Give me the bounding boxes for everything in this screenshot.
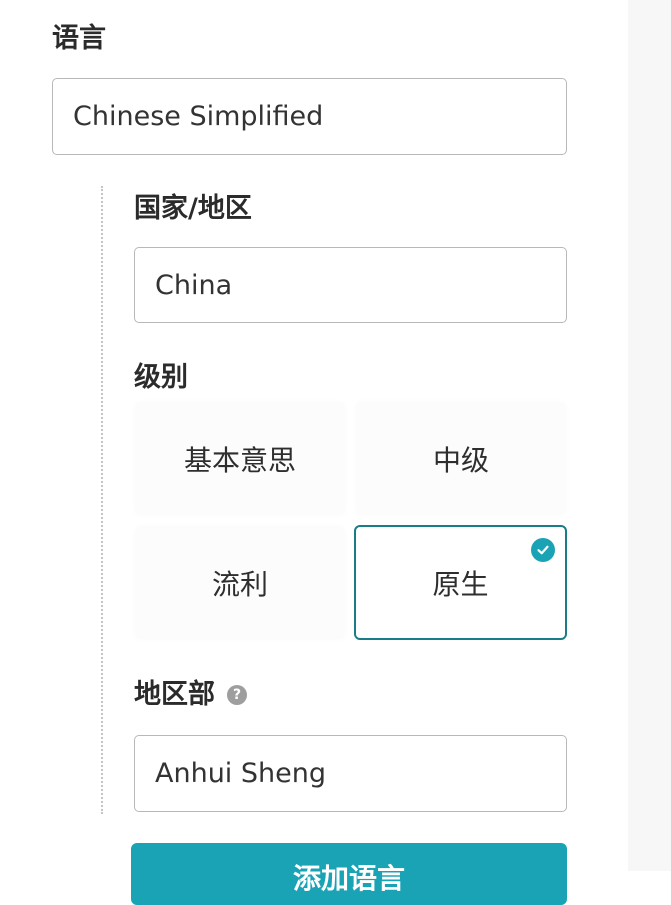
level-option-fluent[interactable]: 流利 (135, 526, 345, 639)
add-language-button[interactable]: 添加语言 (131, 843, 567, 905)
add-language-button-label: 添加语言 (292, 863, 405, 894)
level-option-label: 原生 (432, 567, 489, 601)
right-gutter (628, 0, 671, 871)
level-option-intermediate[interactable]: 中级 (356, 402, 566, 515)
region-label-row: 地区部 ? (134, 681, 247, 708)
region-label: 地区部 (134, 679, 215, 710)
language-label: 语言 (52, 23, 106, 54)
region-field[interactable]: Anhui Sheng (134, 735, 567, 812)
language-field[interactable]: Chinese Simplified (52, 78, 567, 155)
level-option-native[interactable]: 原生 (354, 525, 567, 640)
level-option-label: 中级 (432, 443, 489, 477)
help-icon[interactable]: ? (227, 684, 247, 705)
level-option-label: 流利 (211, 567, 268, 601)
level-label: 级别 (134, 362, 188, 393)
level-option-basic[interactable]: 基本意思 (135, 402, 345, 515)
check-icon (531, 538, 555, 562)
level-option-label: 基本意思 (183, 443, 296, 477)
country-field[interactable]: China (134, 247, 567, 323)
nested-section-divider (101, 186, 103, 814)
country-label: 国家/地区 (134, 193, 252, 224)
